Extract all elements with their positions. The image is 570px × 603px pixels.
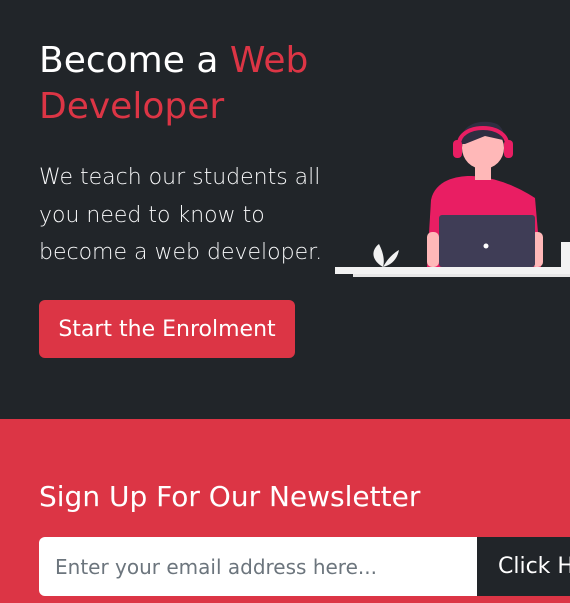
laptop-shape — [439, 215, 535, 267]
desk-shape — [335, 267, 570, 274]
headphones-right-cup — [504, 140, 513, 158]
hero-section: Become a Web Developer We teach our stud… — [0, 0, 570, 419]
plant-leaf-left — [373, 244, 384, 267]
headphones-left-cup — [453, 140, 462, 158]
developer-at-laptop-illustration — [335, 121, 570, 277]
plant-leaf-right — [383, 250, 399, 267]
person-arm-left — [427, 232, 439, 267]
mug-shape — [561, 242, 570, 267]
start-enrolment-button[interactable]: Start the Enrolment — [39, 300, 295, 358]
newsletter-section: Sign Up For Our Newsletter Click Here — [0, 419, 570, 603]
email-input[interactable] — [39, 537, 477, 596]
hero-title: Become a Web Developer — [39, 38, 339, 130]
laptop-logo — [483, 243, 489, 249]
hero-title-prefix: Become a — [39, 40, 230, 81]
newsletter-submit-button[interactable]: Click Here — [477, 537, 570, 596]
desk-edge-shape — [353, 274, 570, 277]
newsletter-title: Sign Up For Our Newsletter — [39, 480, 421, 513]
hero-description: We teach our students all you need to kn… — [39, 165, 323, 265]
